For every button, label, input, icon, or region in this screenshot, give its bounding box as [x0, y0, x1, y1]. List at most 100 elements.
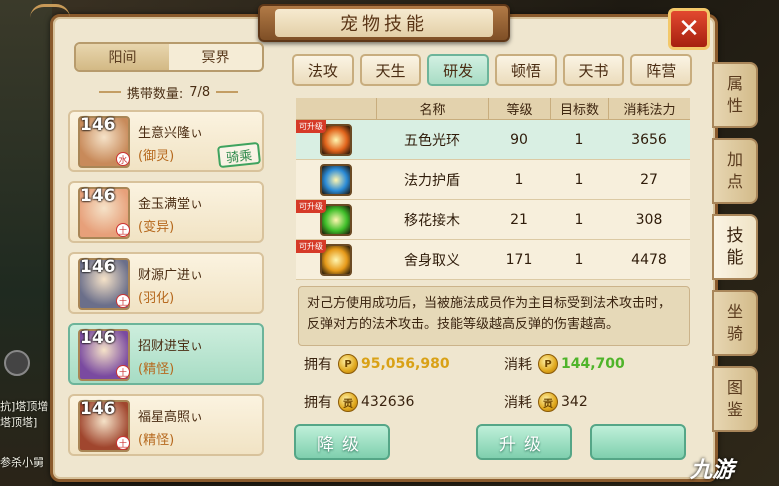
skill-name: 五色光环 — [404, 132, 460, 149]
pet-level: 146 — [80, 328, 116, 348]
pet-name: 招财进宝ぃ — [138, 339, 204, 354]
element-badge-icon: 水 — [116, 152, 130, 166]
pet-card[interactable]: 146 土招财进宝ぃ (精怪) — [68, 323, 264, 385]
cost-gold: 消耗 P 144,700 — [504, 354, 625, 374]
element-badge-icon: 土 — [116, 223, 130, 237]
upgradable-ribbon: 可升级 — [296, 120, 326, 133]
side-tab-3[interactable]: 坐骑 — [712, 290, 758, 356]
side-tab-char: 图 — [726, 378, 743, 397]
table-row[interactable]: 可升级 五色光环 90 1 3656 — [296, 120, 690, 160]
skill-mana-cost: 27 — [640, 171, 658, 188]
pet-type: (羽化) — [138, 291, 175, 306]
pet-card[interactable]: 146 土财源广进ぃ (羽化) — [68, 252, 264, 314]
pet-level: 146 — [80, 186, 116, 206]
skill-targets: 1 — [574, 211, 584, 228]
pet-list: 146 水生意兴隆ぃ (御灵) 骑乘 146 土金玉满堂ぃ (变异) 146 土财源广进ぃ (羽化… — [68, 110, 268, 465]
pet-list-column: 阳间 冥界 携带数量: 7/8 146 水生意兴隆ぃ (御灵) 骑乘 146 土金玉满堂ぃ… — [66, 38, 271, 478]
table-row[interactable]: 可升级 舍身取义 171 1 4478 — [296, 240, 690, 280]
own-contribution: 拥有 贡 432636 — [304, 392, 414, 412]
contribution-coin-icon: 贡 — [338, 392, 358, 412]
cost-label: 消耗 — [504, 395, 532, 411]
own-label: 拥有 — [304, 357, 332, 373]
title-banner: 宠物技能 — [258, 4, 510, 42]
gold-coin-icon: P — [338, 354, 358, 374]
pet-name: 金玉满堂ぃ — [138, 197, 204, 212]
skill-targets: 1 — [574, 171, 584, 188]
upgrade-button[interactable]: 升级 — [476, 424, 572, 460]
skill-level: 90 — [510, 131, 528, 148]
window-title: 宠物技能 — [275, 9, 493, 37]
header-icon-column — [296, 98, 376, 119]
pet-card[interactable]: 146 土金玉满堂ぃ (变异) — [68, 181, 264, 243]
skill-description: 对己方使用成功后，当被施法成员作为主目标受到法术攻击时，反弹对方的法术攻击。技能… — [298, 286, 690, 346]
side-tab-char: 技 — [726, 226, 744, 246]
watermark-logo: 九游 — [690, 458, 735, 483]
tab-mingjie[interactable]: 冥界 — [169, 44, 262, 70]
pet-level: 146 — [80, 399, 116, 419]
pet-level: 146 — [80, 115, 116, 135]
tab-skill-5[interactable]: 阵营 — [630, 54, 693, 86]
table-header: 名称 等级 目标数 消耗法力 — [296, 98, 690, 120]
tab-yangjian[interactable]: 阳间 — [76, 44, 169, 70]
pet-level: 146 — [80, 257, 116, 277]
cost-contribution-value: 342 — [561, 394, 588, 410]
side-tab-char: 点 — [726, 172, 743, 191]
tab-skill-0[interactable]: 法攻 — [292, 54, 354, 86]
third-action-button[interactable] — [590, 424, 686, 460]
microphone-icon[interactable] — [4, 350, 30, 376]
own-gold: 拥有 P 95,056,980 — [304, 354, 450, 374]
table-row[interactable]: 法力护盾 1 1 27 — [296, 160, 690, 200]
tab-skill-1[interactable]: 天生 — [359, 54, 422, 86]
pet-type: (变异) — [138, 220, 175, 235]
skill-mana-cost: 3656 — [631, 131, 667, 148]
element-badge-icon: 土 — [116, 294, 130, 308]
pet-card[interactable]: 146 土福星高照ぃ (精怪) — [68, 394, 264, 456]
side-tab-char: 加 — [726, 150, 743, 169]
carry-label: 携带数量: — [126, 86, 184, 102]
mount-badge: 骑乘 — [216, 141, 262, 169]
downgrade-button[interactable]: 降级 — [294, 424, 390, 460]
pet-name: 福星高照ぃ — [138, 410, 204, 425]
tab-skill-3[interactable]: 顿悟 — [495, 54, 557, 86]
tab-skill-4[interactable]: 天书 — [562, 54, 625, 86]
close-button[interactable]: ✕ — [668, 8, 710, 50]
background-chat-line: 参杀小舅 — [0, 456, 44, 469]
table-row[interactable]: 可升级 移花接木 21 1 308 — [296, 200, 690, 240]
skill-level: 171 — [505, 251, 533, 268]
header-targets: 目标数 — [550, 98, 608, 119]
pet-type: (精怪) — [138, 433, 175, 448]
carry-value: 7/8 — [189, 84, 211, 100]
mana-shield-icon — [320, 163, 352, 196]
skill-mana-cost: 4478 — [631, 251, 667, 268]
element-badge-icon: 土 — [116, 436, 130, 450]
skill-mana-cost: 308 — [635, 211, 663, 228]
skill-rows: 可升级 五色光环 90 1 3656 法力护盾 1 1 27 可升级 移花接木 21 1 308 可升级 舍身… — [296, 120, 690, 280]
gold-coin-icon: P — [538, 354, 558, 374]
side-tab-char: 属 — [726, 74, 743, 93]
side-tab-char: 性 — [726, 96, 743, 115]
side-tab-char: 骑 — [726, 324, 743, 343]
skill-level: 1 — [514, 171, 524, 188]
side-tab-0[interactable]: 属性 — [712, 62, 758, 128]
pet-card[interactable]: 146 水生意兴隆ぃ (御灵) 骑乘 — [68, 110, 264, 172]
divider-ornament — [216, 91, 239, 93]
side-tab-1[interactable]: 加点 — [712, 138, 758, 204]
background-chat-line: 抗]塔顶增 — [0, 400, 49, 413]
own-contribution-value: 432636 — [361, 394, 415, 410]
skill-name: 移花接木 — [404, 212, 460, 229]
background-chat-line: 塔顶塔] — [0, 416, 38, 429]
skill-category-tabs: 法攻 天生 研发 顿悟 天书 阵营 — [292, 54, 693, 86]
cost-contribution: 消耗 贡 342 — [504, 392, 588, 412]
side-tab-4[interactable]: 图鉴 — [712, 366, 758, 432]
skill-table: 名称 等级 目标数 消耗法力 可升级 五色光环 90 1 3656 法力护盾 1 1 27 可升级… — [296, 98, 690, 280]
tab-skill-2[interactable]: 研发 — [427, 54, 490, 86]
side-tab-2[interactable]: 技能 — [712, 214, 758, 280]
header-level: 等级 — [488, 98, 550, 119]
divider-ornament — [98, 91, 121, 93]
skill-targets: 1 — [574, 251, 584, 268]
cost-label: 消耗 — [504, 357, 532, 373]
skill-name: 法力护盾 — [404, 172, 460, 189]
skill-icon-cell — [296, 160, 376, 199]
own-label: 拥有 — [304, 395, 332, 411]
carry-count: 携带数量: 7/8 — [66, 80, 271, 104]
